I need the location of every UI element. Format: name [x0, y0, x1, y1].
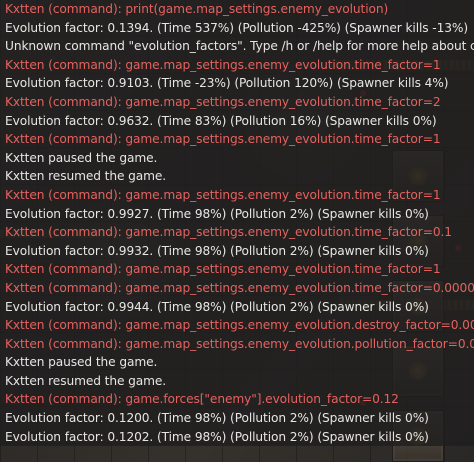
console-output-line: Evolution factor: 0.9932. (Time 98%) (Po…: [0, 241, 474, 261]
console-output-line: Kxtten resumed the game.: [0, 167, 474, 186]
console-command-line: Kxtten (command): game.map_settings.enem…: [0, 130, 474, 149]
console-command-line: Kxtten (command): game.map_settings.enem…: [0, 334, 474, 354]
console-output-line: Evolution factor: 0.9944. (Time 98%) (Po…: [0, 297, 474, 317]
console-output-line: Evolution factor: 0.9103. (Time -23%) (P…: [0, 74, 474, 93]
chat-console: Kxtten (command): print(game.map_setting…: [0, 0, 474, 462]
console-command-line: Kxtten (command): game.map_settings.enem…: [0, 316, 474, 335]
console-output-line: Evolution factor: 0.1202. (Time 98%) (Po…: [0, 427, 474, 447]
console-command-line: Kxtten (command): game.map_settings.enem…: [0, 223, 474, 242]
console-command-line: Kxtten (command): game.map_settings.enem…: [0, 278, 474, 298]
console-command-line: Kxtten (command): game.map_settings.enem…: [0, 260, 474, 279]
console-output-line: Evolution factor: 0.1200. (Time 98%) (Po…: [0, 409, 474, 428]
console-output-line: Unknown command "evolution_factors". Typ…: [0, 37, 474, 56]
console-output-line: Evolution factor: 0.9632. (Time 83%) (Po…: [0, 111, 474, 131]
console-output-line: Kxtten paused the game.: [0, 148, 474, 168]
game-view: Kxtten (command): print(game.map_setting…: [0, 0, 474, 462]
console-command-line: Kxtten (command): game.map_settings.enem…: [0, 55, 474, 75]
console-output-line: Kxtten paused the game.: [0, 353, 474, 372]
console-command-line: Kxtten (command): game.map_settings.enem…: [0, 185, 474, 205]
console-command-line: Kxtten (command): print(game.map_setting…: [0, 0, 474, 19]
console-command-line: Kxtten (command): game.forces["enemy"].e…: [0, 390, 474, 410]
console-output-line: Evolution factor: 0.1394. (Time 537%) (P…: [0, 18, 474, 38]
console-command-line: Kxtten (command): game.map_settings.enem…: [0, 92, 474, 112]
console-output-line: Kxtten resumed the game.: [0, 371, 474, 391]
console-output-line: Evolution factor: 0.9927. (Time 98%) (Po…: [0, 204, 474, 224]
